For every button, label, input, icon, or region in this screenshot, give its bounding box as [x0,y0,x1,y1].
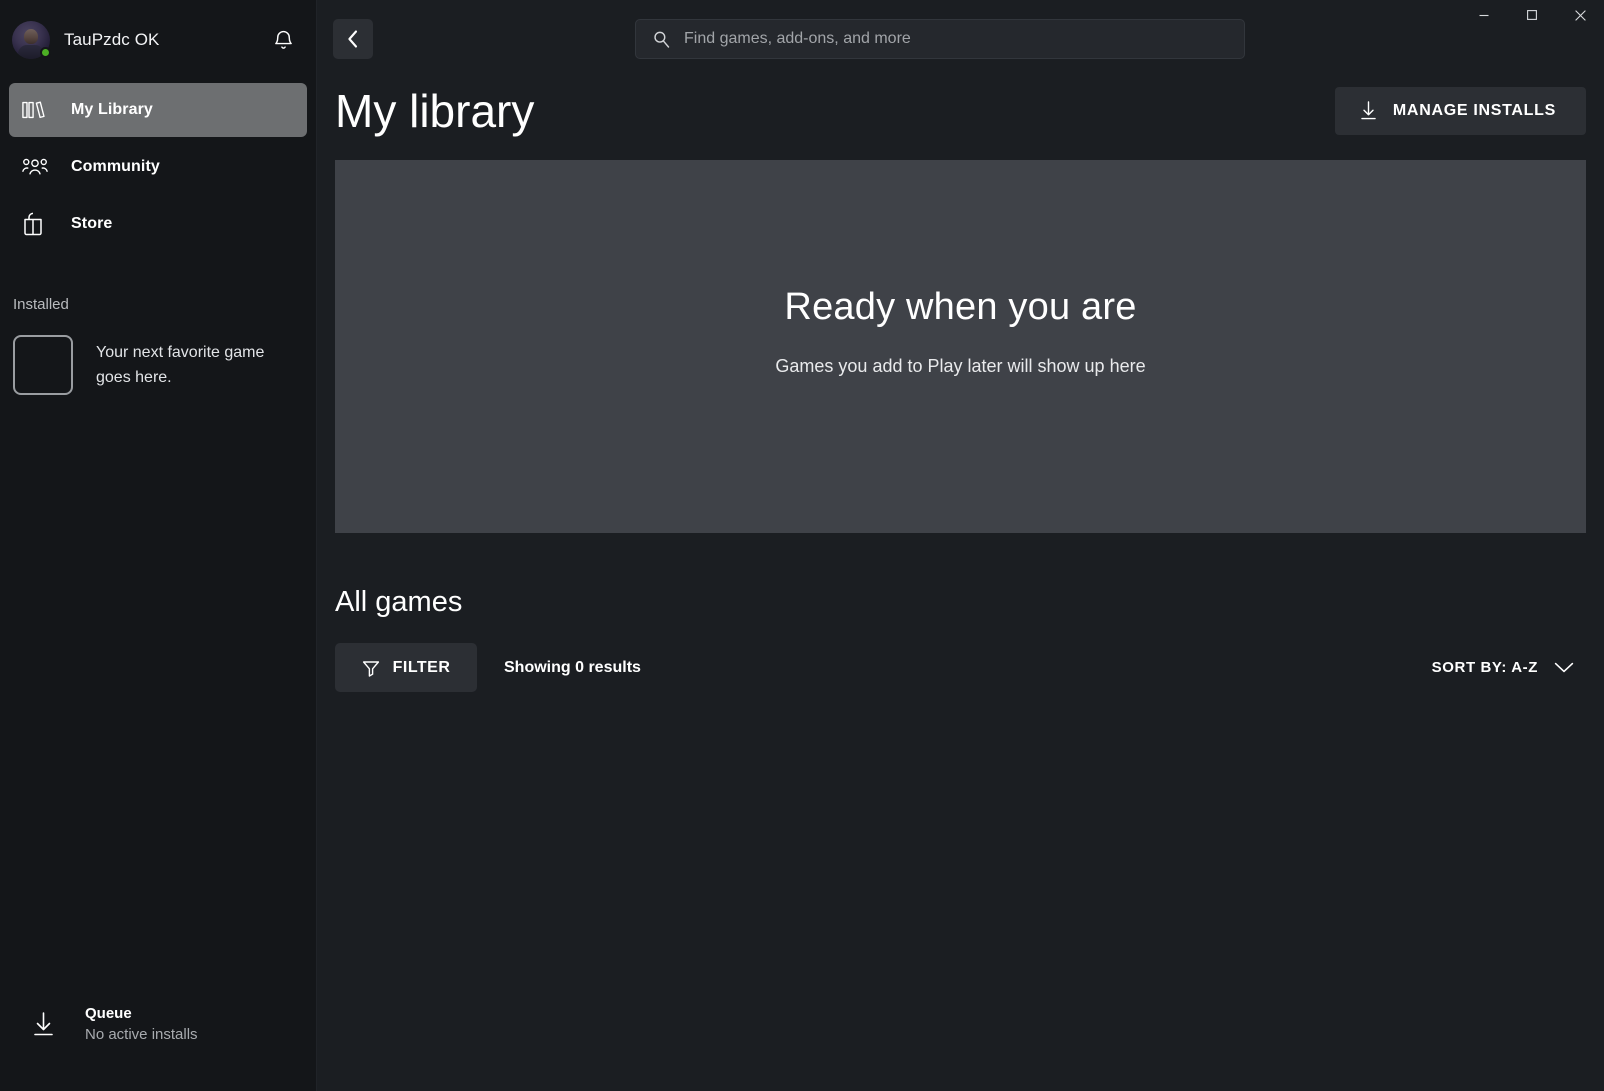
chevron-down-icon [1554,661,1574,674]
sidebar-item-community[interactable]: Community [9,140,307,194]
search-input[interactable] [684,30,1224,48]
sort-by-label: SORT BY: A-Z [1431,659,1538,676]
people-icon [22,157,52,177]
queue-title: Queue [85,1005,132,1022]
installed-empty-state: Your next favorite game goes here. [0,335,316,395]
sidebar-item-label: Community [71,158,160,175]
filter-label: FILTER [392,658,451,676]
download-arrow-icon [1359,100,1378,122]
hero-title: Ready when you are [784,286,1137,328]
books-icon [22,99,52,121]
queue-text: Queue No active installs [85,1005,198,1043]
installed-section-header: Installed [13,296,69,313]
window-titlebar [317,0,1604,30]
download-arrow-icon [30,1009,60,1039]
epic-games-launcher-window: TauPzdc OK My Library Community Store In… [0,0,1604,1091]
sidebar-item-store[interactable]: Store [9,197,307,251]
play-later-hero-panel: Ready when you are Games you add to Play… [335,160,1586,533]
results-count: Showing 0 results [504,658,641,676]
manage-installs-label: MANAGE INSTALLS [1392,102,1556,119]
queue-row[interactable]: Queue No active installs [0,1005,316,1043]
sidebar-nav: My Library Community Store [0,83,316,251]
sidebar-item-my-library[interactable]: My Library [9,83,307,137]
notifications-bell-icon[interactable] [268,25,298,55]
page-title: My library [335,85,535,137]
sidebar: TauPzdc OK My Library Community Store In… [0,0,317,1091]
sidebar-item-label: Store [71,215,113,232]
bag-icon [22,212,52,236]
funnel-icon [362,659,380,677]
installed-empty-text: Your next favorite game goes here. [96,344,265,386]
main-content: My library MANAGE INSTALLS Ready when yo… [317,0,1604,1091]
account-row[interactable]: TauPzdc OK [0,0,316,80]
sort-by-dropdown[interactable]: SORT BY: A-Z [1432,659,1586,676]
minimize-button[interactable] [1460,0,1508,30]
all-games-controls: FILTER Showing 0 results SORT BY: A-Z [317,643,1604,692]
filter-button[interactable]: FILTER [335,643,477,692]
manage-installs-button[interactable]: MANAGE INSTALLS [1334,87,1586,135]
queue-subtitle: No active installs [85,1026,198,1043]
avatar[interactable] [12,21,51,59]
online-status-dot [40,47,51,58]
account-name: TauPzdc OK [64,30,160,49]
hero-subtitle: Games you add to Play later will show up… [775,356,1146,376]
page-header: My library MANAGE INSTALLS [317,84,1604,138]
search-icon [652,30,671,49]
all-games-section-title: All games [335,586,463,618]
sidebar-item-label: My Library [71,101,153,118]
game-placeholder-tile [13,335,73,395]
close-button[interactable] [1556,0,1604,30]
maximize-button[interactable] [1508,0,1556,30]
